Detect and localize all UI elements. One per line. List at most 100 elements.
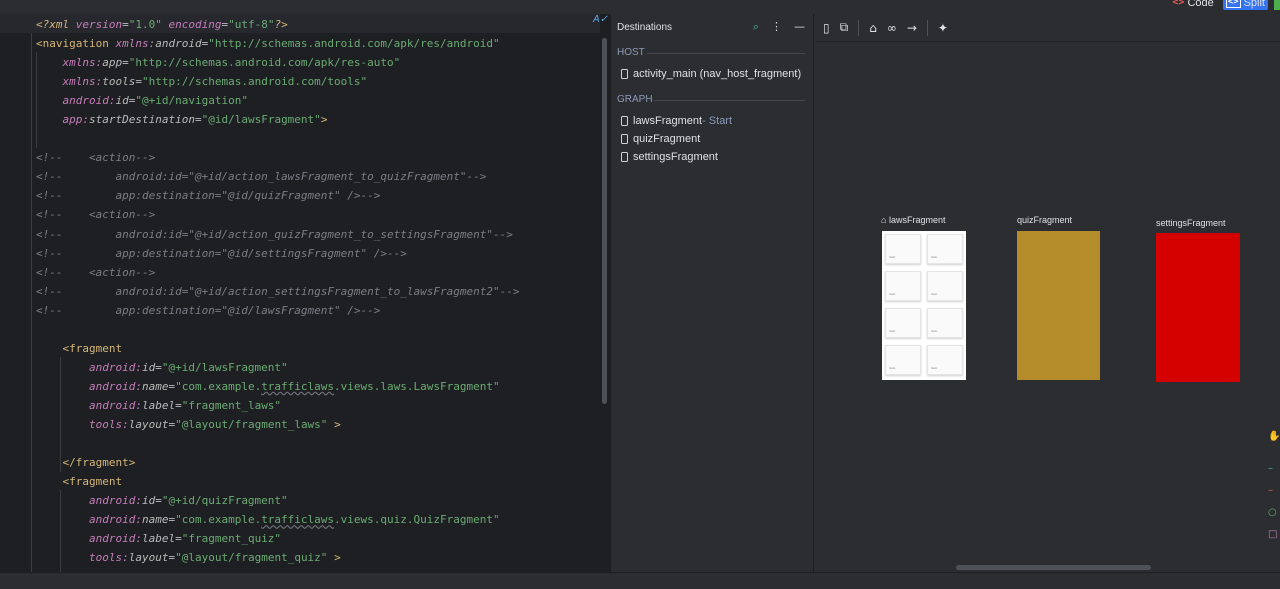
host-item[interactable]: activity_main (nav_host_fragment) (621, 68, 801, 80)
code-line[interactable]: android:id="@+id/quizFragment" (36, 491, 519, 510)
code-token: <!-- app:destination="@id/lawsFragment" … (36, 303, 381, 317)
code-token: "@layout/fragment_laws" (175, 417, 328, 431)
navigation-graph-canvas[interactable]: ▯ ⧉ ⌂ ∞ → ✦ ⌂ lawsFragment hello hello hel… (815, 14, 1280, 572)
code-token: "com.example. (175, 379, 262, 393)
minus-icon[interactable]: — (794, 20, 805, 34)
code-line[interactable]: <!-- android:id="@+id/action_settingsFra… (36, 282, 519, 301)
code-line[interactable]: <!-- android:id="@+id/action_quizFragmen… (36, 225, 519, 244)
code-line[interactable]: android:name="com.example.trafficlaws.vi… (36, 377, 519, 396)
code-line[interactable]: tools:layout="@layout/fragment_quiz" > (36, 548, 519, 567)
fit-screen-icon[interactable]: ○ (1268, 507, 1280, 529)
code-line[interactable]: <navigation xmlns:android="http://schema… (36, 34, 519, 53)
code-line[interactable]: android:label="fragment_laws" (36, 396, 519, 415)
code-token: label (141, 532, 176, 546)
code-token: "com.example. (175, 513, 262, 527)
code-line[interactable]: android:id="@+id/navigation" (36, 91, 519, 110)
code-line[interactable] (36, 129, 519, 148)
spellcheck-icon[interactable]: A✓ (593, 14, 608, 25)
code-token: <navigation (36, 37, 116, 51)
home-icon[interactable]: ⌂ (869, 21, 877, 35)
code-line[interactable]: app:startDestination="@id/lawsFragment"> (36, 110, 519, 129)
code-line[interactable]: <fragment (36, 339, 519, 358)
code-token: <!-- app:destination="@id/quizFragment" … (36, 189, 381, 203)
settings-fragment-node[interactable] (1156, 233, 1240, 382)
code-token: </fragment> (62, 456, 136, 470)
nested-graph-icon[interactable]: ⧉ (840, 20, 849, 35)
laws-fragment-preview: hello hello hello hello hello hello hello hello (882, 231, 966, 380)
code-line[interactable]: <!-- <action--> (36, 148, 519, 167)
code-token: > (334, 417, 341, 431)
zoom-out-icon[interactable]: – (1268, 485, 1280, 507)
code-line[interactable]: xmlns:app="http://schemas.android.com/ap… (36, 53, 519, 72)
arrow-right-icon[interactable]: → (907, 21, 917, 35)
host-item-label: activity_main (nav_host_fragment) (633, 68, 802, 80)
code-token: .views.laws.LawsFragment" (334, 379, 500, 393)
code-line[interactable] (36, 434, 519, 453)
preview-card: hello (885, 345, 921, 375)
code-token: <fragment (62, 475, 123, 489)
canvas-horizontal-scrollbar[interactable] (956, 565, 1151, 570)
fragment-icon (621, 134, 628, 144)
code-token: = (122, 56, 129, 70)
code-token: "http://schemas.android.com/apk/res/andr… (208, 37, 500, 51)
code-line[interactable]: android:name="com.example.trafficlaws.vi… (36, 510, 519, 529)
search-icon[interactable]: ⌕ (753, 20, 759, 34)
start-tag: - Start (702, 115, 733, 127)
code-line[interactable]: <!-- app:destination="@id/settingsFragme… (36, 244, 519, 263)
zoom-tool-strip: ✋ – – ○ □ (1266, 427, 1280, 547)
laws-fragment-name: lawsFragment (888, 215, 946, 225)
code-line[interactable]: android:id="@+id/lawsFragment" (36, 358, 519, 377)
code-token: <!-- android:id="@+id/action_settingsFra… (36, 284, 520, 298)
code-token: encoding (168, 18, 222, 31)
more-vertical-icon[interactable]: ⋮ (771, 20, 782, 34)
code-line[interactable]: <?xml version="1.0" encoding="utf-8"?> (36, 15, 519, 34)
code-lines[interactable]: <?xml version="1.0" encoding="utf-8"?> <n… (36, 15, 519, 567)
code-token: = (155, 494, 162, 508)
graph-item-laws[interactable]: lawsFragment - Start (621, 115, 732, 127)
graph-item-settings[interactable]: settingsFragment (621, 151, 718, 163)
link-icon[interactable]: ∞ (887, 21, 897, 35)
code-line[interactable]: <!-- android:id="@+id/action_lawsFragmen… (36, 167, 519, 186)
split-mode-button[interactable]: <> Split (1222, 0, 1268, 10)
zoom-in-icon[interactable]: – (1268, 463, 1280, 485)
activity-icon (621, 69, 628, 79)
pan-hand-icon[interactable]: ✋ (1268, 431, 1280, 453)
status-bar (0, 572, 1280, 589)
design-mode-button[interactable] (1274, 0, 1280, 10)
code-line[interactable]: </fragment> (36, 453, 519, 472)
code-token: xmlns: (62, 75, 103, 89)
code-line[interactable]: <!-- <action--> (36, 263, 519, 282)
actual-size-icon[interactable]: □ (1268, 529, 1280, 551)
code-token: <!-- app:destination="@id/settingsFragme… (36, 246, 407, 260)
preview-card-text: hello (889, 292, 896, 296)
graph-item-label: quizFragment (633, 133, 701, 145)
code-line[interactable]: <!-- app:destination="@id/quizFragment" … (36, 186, 519, 205)
code-token: "@+id/navigation" (135, 94, 248, 108)
xml-editor[interactable]: <?xml version="1.0" encoding="utf-8"?> <n… (0, 14, 610, 572)
code-token: "@+id/quizFragment" (161, 494, 288, 508)
code-token: > (334, 551, 341, 565)
code-line[interactable]: <fragment (36, 472, 519, 491)
code-line[interactable] (36, 320, 519, 339)
split-mode-label: Split (1243, 0, 1265, 9)
code-mode-button[interactable]: <> Code (1169, 0, 1216, 10)
preview-card-text: hello (931, 366, 938, 370)
editor-vertical-scrollbar[interactable] (602, 38, 607, 404)
new-destination-icon[interactable]: ▯ (823, 21, 830, 35)
code-line[interactable]: <!-- <action--> (36, 205, 519, 224)
code-line[interactable]: android:label="fragment_quiz" (36, 529, 519, 548)
code-line[interactable]: <!-- app:destination="@id/lawsFragment" … (36, 301, 519, 320)
code-line[interactable]: tools:layout="@layout/fragment_laws" > (36, 415, 519, 434)
code-token: <!-- android:id="@+id/action_lawsFragmen… (36, 170, 487, 184)
code-icon: <> (1172, 0, 1185, 8)
laws-fragment-node[interactable]: hello hello hello hello hello hello hello hello (882, 231, 966, 380)
quiz-fragment-node[interactable] (1017, 231, 1100, 380)
code-line[interactable]: xmlns:tools="http://schemas.android.com/… (36, 72, 519, 91)
sparkle-icon[interactable]: ✦ (938, 21, 948, 35)
code-token: "http://schemas.android.com/tools" (142, 75, 368, 89)
graph-item-quiz[interactable]: quizFragment (621, 133, 700, 145)
code-token: layout (128, 417, 169, 431)
